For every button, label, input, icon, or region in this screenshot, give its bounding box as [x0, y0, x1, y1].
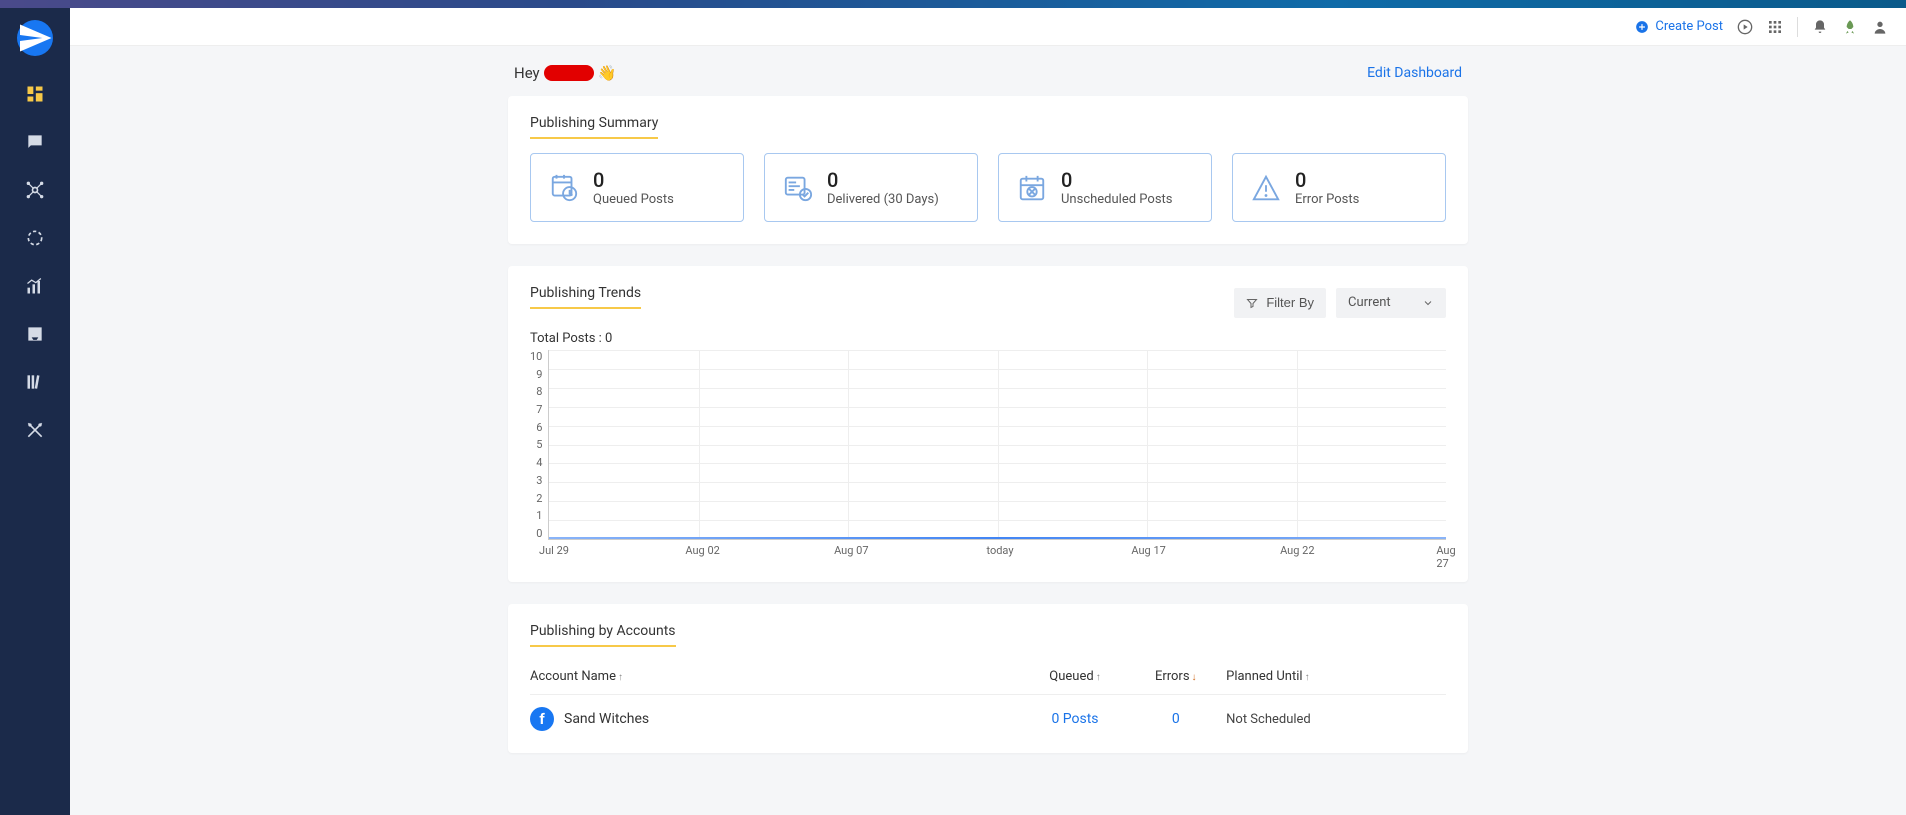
sidebar-item-tools[interactable] [25, 420, 45, 440]
paperplane-icon [17, 20, 53, 56]
y-tick: 10 [530, 350, 542, 363]
tile-label: Unscheduled Posts [1061, 192, 1173, 207]
queue-icon [549, 173, 579, 203]
period-select-value: Current [1348, 295, 1391, 310]
total-posts-label: Total Posts : 0 [530, 331, 1446, 346]
rocket-icon[interactable] [1842, 19, 1858, 35]
y-tick: 2 [536, 492, 542, 505]
col-queued[interactable]: Queued↑ [1025, 669, 1126, 684]
y-tick: 1 [536, 509, 542, 522]
play-icon[interactable] [1737, 19, 1753, 35]
y-tick: 7 [536, 403, 542, 416]
period-select[interactable]: Current [1336, 288, 1446, 318]
summary-title: Publishing Summary [530, 115, 658, 139]
y-tick: 5 [536, 438, 542, 451]
tile-value: 0 [593, 168, 674, 192]
wave-emoji: 👋 [598, 64, 617, 82]
apps-grid-icon[interactable] [1767, 19, 1783, 35]
tile-delivered[interactable]: 0 Delivered (30 Days) [764, 153, 978, 222]
y-tick: 4 [536, 456, 542, 469]
publishing-trends-card: Publishing Trends Filter By Current Tota [508, 266, 1468, 582]
sidebar-item-connect[interactable] [25, 180, 45, 200]
error-icon [1251, 173, 1281, 203]
x-tick: Jul 29 [539, 544, 569, 557]
chart-line-series [549, 537, 1446, 539]
sidebar-item-library[interactable] [25, 372, 45, 392]
sidebar-item-dashboard[interactable] [25, 84, 45, 104]
tile-value: 0 [1295, 168, 1359, 192]
create-post-button[interactable]: Create Post [1635, 19, 1723, 34]
y-tick: 8 [536, 385, 542, 398]
plus-circle-icon [1635, 20, 1649, 34]
accounts-header-row: Account Name↑ Queued↑ Errors↓ Planned Un… [530, 661, 1446, 695]
topbar: Create Post [70, 8, 1906, 46]
account-planned-value: Not Scheduled [1226, 712, 1446, 727]
tile-value: 0 [1061, 168, 1173, 192]
x-tick: today [986, 544, 1013, 557]
tile-label: Queued Posts [593, 192, 674, 207]
x-tick: Aug 17 [1131, 544, 1165, 557]
account-name: Sand Witches [564, 711, 649, 727]
filter-by-label: Filter By [1266, 295, 1314, 310]
facebook-icon: f [530, 707, 554, 731]
redacted-name [544, 65, 594, 81]
x-tick: Aug 02 [685, 544, 719, 557]
topbar-divider [1797, 17, 1798, 37]
tile-unscheduled[interactable]: 0 Unscheduled Posts [998, 153, 1212, 222]
chevron-down-icon [1422, 297, 1434, 309]
account-row[interactable]: f Sand Witches 0 Posts 0 Not Scheduled [530, 695, 1446, 731]
filter-icon [1246, 297, 1258, 309]
accounts-title: Publishing by Accounts [530, 623, 676, 647]
y-tick: 3 [536, 474, 542, 487]
publishing-summary-card: Publishing Summary 0 Queued Posts 0 D [508, 96, 1468, 244]
sidebar-item-target[interactable] [25, 228, 45, 248]
x-tick: Aug 07 [834, 544, 868, 557]
user-icon[interactable] [1872, 19, 1888, 35]
app-logo[interactable] [17, 20, 53, 56]
tile-queued-posts[interactable]: 0 Queued Posts [530, 153, 744, 222]
chart-y-axis: 10 9 8 7 6 5 4 3 2 1 0 [530, 350, 548, 540]
account-queued-value[interactable]: 0 Posts [1025, 711, 1126, 727]
y-tick: 9 [536, 368, 542, 381]
tile-error-posts[interactable]: 0 Error Posts [1232, 153, 1446, 222]
top-gradient-strip [0, 0, 1906, 8]
publishing-accounts-card: Publishing by Accounts Account Name↑ Que… [508, 604, 1468, 753]
bell-icon[interactable] [1812, 19, 1828, 35]
chart-x-axis: Jul 29 Aug 02 Aug 07 today Aug 17 Aug 22… [554, 540, 1446, 560]
tile-value: 0 [827, 168, 939, 192]
sidebar-item-messages[interactable] [25, 132, 45, 152]
trends-chart: 10 9 8 7 6 5 4 3 2 1 0 [530, 350, 1446, 540]
sidebar [0, 8, 70, 815]
x-tick: Aug 27 [1436, 544, 1455, 570]
trends-title: Publishing Trends [530, 285, 641, 309]
col-account-name[interactable]: Account Name↑ [530, 669, 1025, 684]
sidebar-item-inbox[interactable] [25, 324, 45, 344]
account-errors-value[interactable]: 0 [1125, 711, 1226, 727]
sidebar-item-analytics[interactable] [25, 276, 45, 296]
x-tick: Aug 22 [1280, 544, 1314, 557]
chart-plot-area [548, 350, 1446, 540]
col-planned-until[interactable]: Planned Until↑ [1226, 669, 1446, 684]
greeting-prefix: Hey [514, 64, 540, 82]
y-tick: 0 [536, 527, 542, 540]
filter-by-button[interactable]: Filter By [1234, 288, 1326, 318]
unscheduled-icon [1017, 173, 1047, 203]
tile-label: Delivered (30 Days) [827, 192, 939, 207]
edit-dashboard-link[interactable]: Edit Dashboard [1367, 65, 1462, 81]
delivered-icon [783, 173, 813, 203]
greeting-text: Hey 👋 [514, 64, 616, 82]
tile-label: Error Posts [1295, 192, 1359, 207]
col-errors[interactable]: Errors↓ [1125, 669, 1226, 684]
y-tick: 6 [536, 421, 542, 434]
create-post-label: Create Post [1655, 19, 1723, 34]
